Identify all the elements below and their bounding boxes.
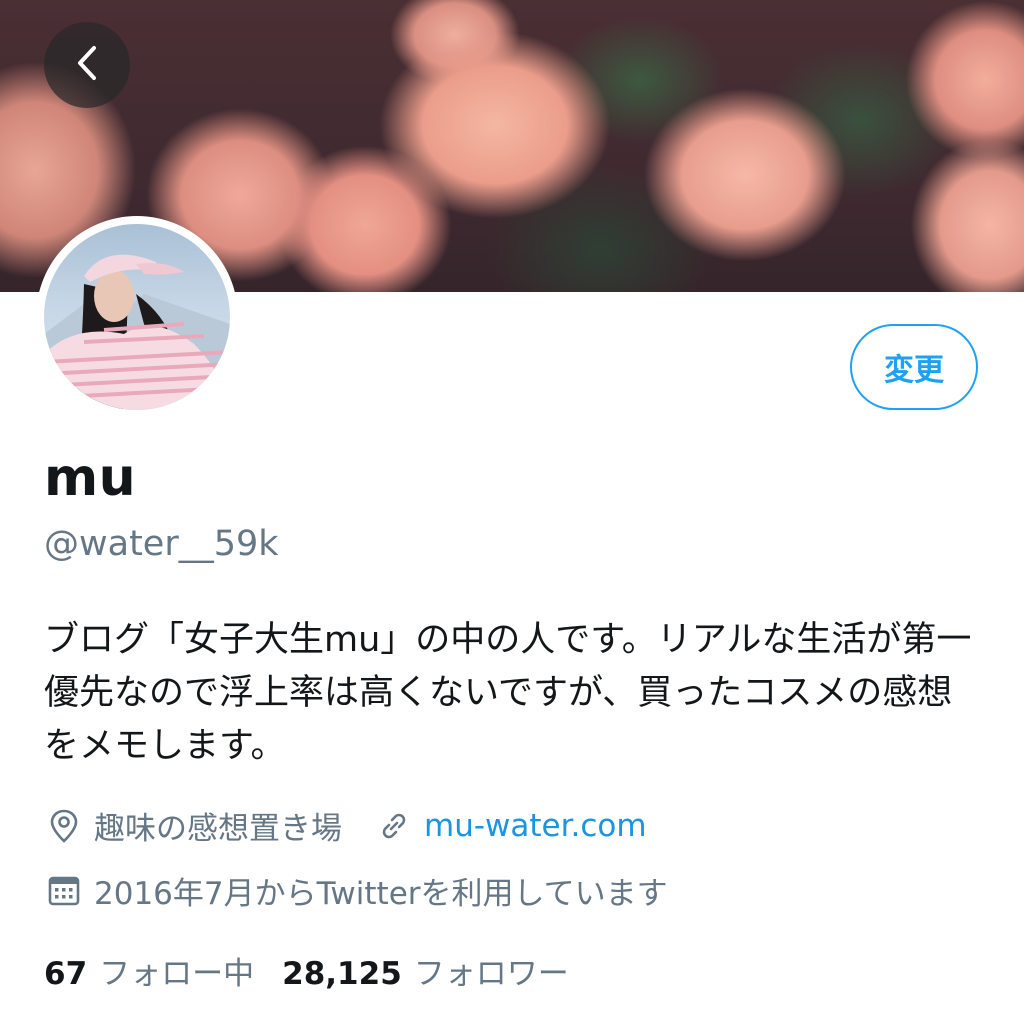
following-stat[interactable]: 67 フォロー中 (44, 948, 254, 993)
avatar-image (44, 224, 230, 410)
followers-stat[interactable]: 28,125 フォロワー (282, 948, 569, 993)
following-count: 67 (44, 956, 88, 992)
chevron-left-icon (70, 43, 104, 87)
followers-label: フォロワー (413, 956, 569, 992)
website[interactable]: mu-water.com (374, 806, 647, 846)
location: 趣味の感想置き場 (44, 803, 342, 848)
calendar-icon (44, 871, 84, 911)
profile-meta-row: 趣味の感想置き場 mu-water.com (44, 803, 647, 848)
website-link[interactable]: mu-water.com (424, 808, 647, 844)
joined-date-row: 2016年7月からTwitterを利用しています (44, 868, 668, 913)
avatar[interactable] (36, 216, 238, 418)
followers-count: 28,125 (282, 956, 402, 992)
joined-date-text: 2016年7月からTwitterを利用しています (94, 876, 668, 912)
follow-stats: 67 フォロー中 28,125 フォロワー (44, 948, 597, 993)
location-text: 趣味の感想置き場 (94, 811, 342, 847)
link-icon (374, 806, 414, 846)
display-name: mu (44, 448, 137, 508)
profile-bio: ブログ「女子大生mu」の中の人です。リアルな生活が第一優先なので浮上率は高くない… (44, 620, 972, 766)
following-label: フォロー中 (99, 956, 255, 992)
joined-date: 2016年7月からTwitterを利用しています (44, 868, 668, 913)
edit-profile-button[interactable]: 変更 (850, 324, 978, 410)
location-pin-icon (44, 806, 84, 846)
back-button[interactable] (44, 22, 130, 108)
username-handle: @water__59k (44, 524, 279, 564)
